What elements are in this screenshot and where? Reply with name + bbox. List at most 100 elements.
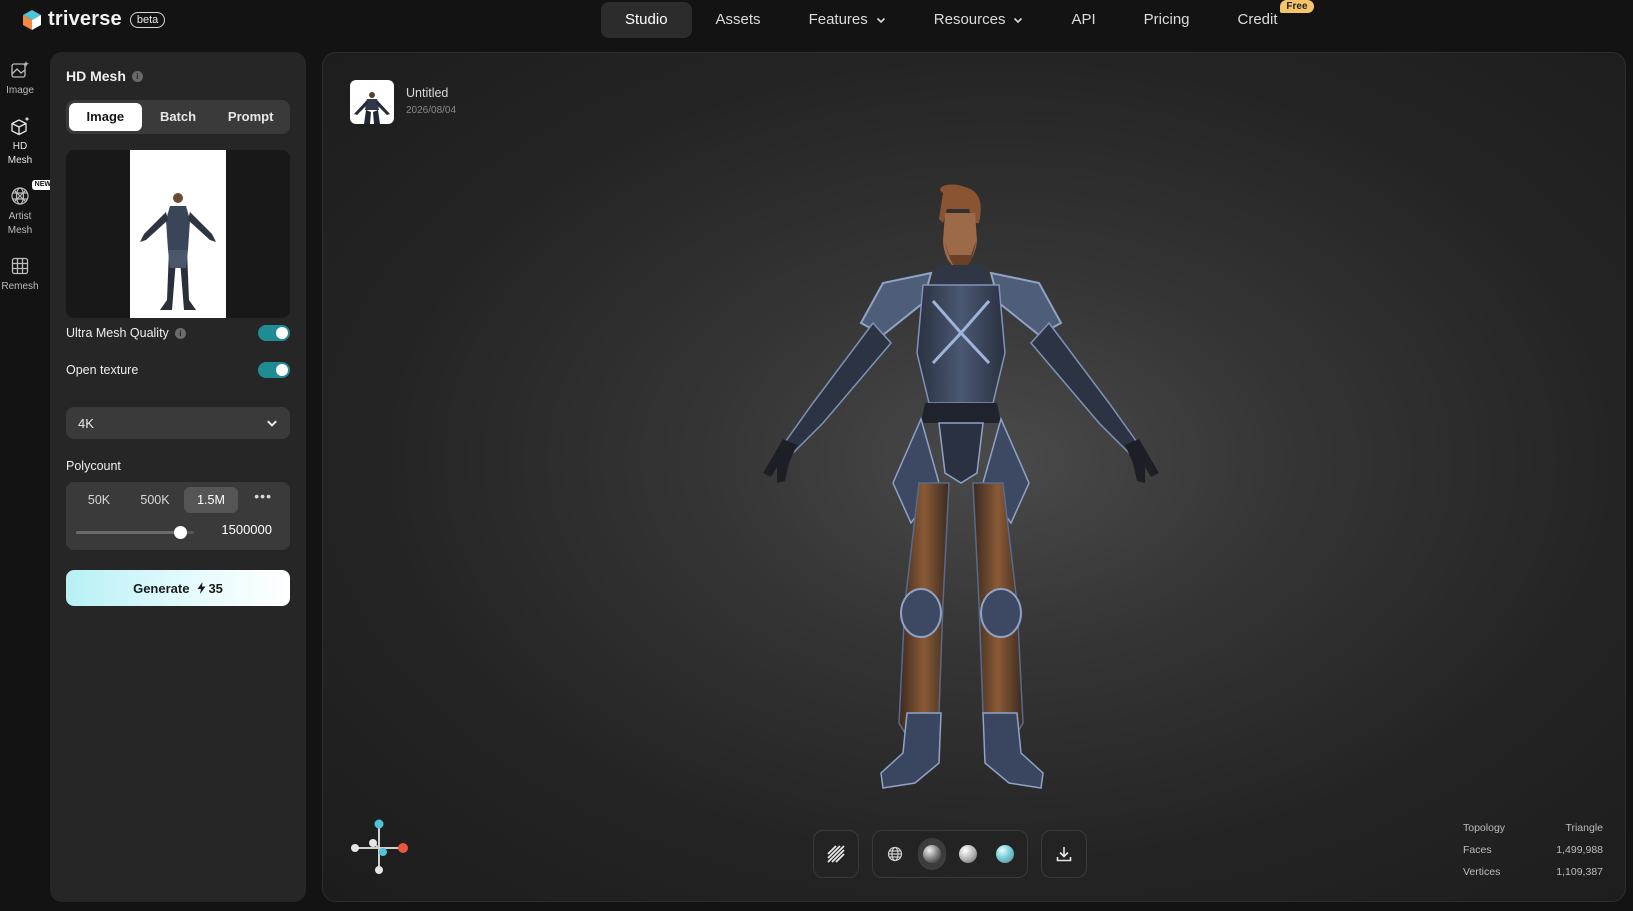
nav-resources-label: Resources [933,11,1006,28]
generation-panel: HD Mesh i Image Batch Prompt Ultra Mesh … [50,52,306,902]
triverse-logo-icon [23,9,41,30]
ultra-quality-label-group: Ultra Mesh Quality i [66,326,186,340]
input-mode-tabs: Image Batch Prompt [66,100,290,134]
open-texture-label: Open texture [66,363,139,377]
nav-pricing-label: Pricing [1143,11,1190,28]
tab-prompt[interactable]: Prompt [214,103,287,131]
polycount-control: 50K 500K 1.5M ••• 1500000 [66,482,290,550]
rail-item-hd-mesh[interactable]: HD Mesh [0,116,40,168]
nav-credit-label: Credit [1237,11,1278,28]
polycount-option-500k[interactable]: 500K [128,487,182,513]
polycount-option-1-5m[interactable]: 1.5M [184,487,238,513]
rail-item-artist-mesh[interactable]: NEW Artist Mesh [0,180,54,238]
stat-label: Topology [1463,822,1506,834]
top-nav: triverse beta Studio Assets Features Res… [0,0,1633,40]
cube-sparkle-icon [11,116,30,136]
chevron-down-icon [267,420,277,427]
render-mode-clay[interactable] [917,838,946,870]
clay-sphere-icon [922,845,941,863]
asset-info[interactable]: Untitled 2026/08/04 [350,80,456,124]
rail-label-remesh: Remesh [1,281,39,292]
input-image-preview[interactable] [66,150,290,318]
free-badge: Free [1280,0,1314,13]
render-mode-matte[interactable] [954,838,983,870]
tab-batch[interactable]: Batch [142,103,215,131]
ultra-quality-toggle[interactable] [258,325,290,341]
mesh-stats: Topology Triangle Faces 1,499,988 Vertic… [1463,817,1603,883]
polycount-presets: 50K 500K 1.5M [72,487,238,513]
nav-credit[interactable]: Credit Free [1214,0,1314,38]
brand-name: triverse [48,8,122,30]
open-texture-toggle[interactable] [258,362,290,378]
main-nav: Studio Assets Features Resources API Pri… [601,0,1314,38]
texture-resolution-select[interactable]: 4K [66,407,290,439]
generate-label: Generate [133,580,190,596]
generate-cost-value: 35 [208,580,223,596]
info-icon[interactable]: i [131,70,143,82]
info-icon[interactable]: i [174,327,186,339]
stat-vertices: Vertices 1,109,387 [1463,861,1603,883]
nav-pricing[interactable]: Pricing [1120,2,1214,38]
stat-faces: Faces 1,499,988 [1463,839,1603,861]
stat-label: Faces [1463,844,1492,856]
axis-gizmo[interactable] [349,818,409,878]
rail-item-remesh[interactable]: Remesh [0,256,40,294]
wireframe-toolbar [813,830,859,878]
stat-value: 1,109,387 [1556,866,1603,878]
polycount-value[interactable]: 1500000 [221,522,272,537]
stat-value: 1,499,988 [1556,844,1603,856]
asset-name: Untitled [406,86,449,100]
asset-date: 2026/08/04 [406,105,457,116]
nav-api-label: API [1071,11,1096,28]
lightning-icon [197,582,206,594]
render-mode-toolbar [872,830,1028,878]
wireframe-toggle-button[interactable] [822,838,850,870]
model-viewer[interactable]: Untitled 2026/08/04 Topology Triangle Fa… [322,52,1626,902]
tab-image[interactable]: Image [69,103,142,131]
character-thumbnail [140,193,216,310]
polycount-slider[interactable] [76,526,194,539]
nav-studio-label: Studio [625,11,668,28]
download-button[interactable] [1050,838,1078,870]
open-texture-row: Open texture [66,362,290,378]
nav-assets[interactable]: Assets [692,2,785,38]
ultra-quality-label: Ultra Mesh Quality [66,326,169,340]
download-icon [1056,847,1072,862]
asset-meta: Untitled 2026/08/04 [406,80,456,124]
render-mode-wireframe[interactable] [881,838,910,870]
asset-thumbnail [350,80,394,124]
3d-character-model[interactable] [743,183,1183,833]
grid-icon [11,257,29,275]
nav-studio[interactable]: Studio [601,2,692,38]
texture-resolution-value: 4K [78,415,94,431]
slider-fill [76,531,180,534]
render-mode-textured[interactable] [991,838,1020,870]
nav-api[interactable]: API [1047,2,1119,38]
wire-sphere-icon [11,187,29,205]
polycount-option-50k[interactable]: 50K [72,487,126,513]
nav-features[interactable]: Features [785,2,910,38]
rail-label-image: Image [6,85,34,96]
download-toolbar [1041,830,1087,878]
polycount-label: Polycount [66,459,121,473]
reference-image [130,150,226,318]
nav-features-label: Features [808,11,868,28]
stat-topology: Topology Triangle [1463,817,1603,839]
chevron-down-icon [1014,17,1023,24]
character-thumbnail [354,92,390,124]
rail-item-image[interactable]: Image [0,60,40,98]
nav-resources[interactable]: Resources [910,2,1048,38]
panel-title: HD Mesh i [66,68,143,84]
stat-value: Triangle [1565,822,1603,834]
rail-label-artist-mesh: Artist Mesh [7,211,33,236]
textured-sphere-icon [995,845,1014,863]
tool-rail: Image HD Mesh NEW Artist Mesh Remesh [0,60,54,312]
logo[interactable]: triverse beta [22,8,166,31]
nav-assets-label: Assets [715,11,761,28]
ultra-quality-row: Ultra Mesh Quality i [66,325,290,341]
more-options-icon[interactable]: ••• [254,488,272,504]
matte-sphere-icon [959,845,978,863]
slider-handle[interactable] [173,526,187,539]
generate-button[interactable]: Generate 35 [66,570,290,606]
image-sparkle-icon [11,61,29,78]
